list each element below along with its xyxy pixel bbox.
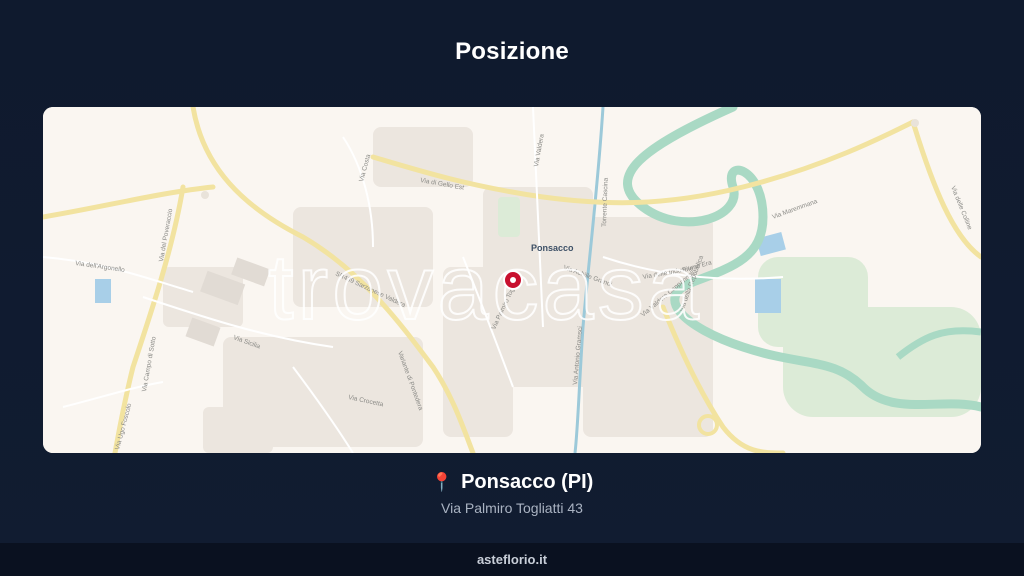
map-marker-icon[interactable]	[503, 270, 523, 290]
map-canvas[interactable]: Via di Gello Est Via Valdera Via Costa V…	[43, 107, 981, 453]
lake-2	[755, 279, 781, 313]
lake-3	[95, 279, 111, 303]
pin-icon: 📍	[430, 472, 454, 492]
map[interactable]: Via di Gello Est Via Valdera Via Costa V…	[43, 107, 981, 453]
watermark-logo: trovacasa	[268, 237, 703, 339]
roundabout-3	[201, 191, 209, 199]
page-title: Posizione	[455, 38, 569, 65]
roundabout-2	[911, 119, 919, 127]
footer-site-link[interactable]: asteflorio.it	[477, 552, 547, 567]
location-address: Via Palmiro Togliatti 43	[441, 500, 583, 516]
location-name: Ponsacco (PI)	[461, 471, 594, 493]
footer: asteflorio.it	[0, 543, 1024, 576]
location-title: 📍 Ponsacco (PI)	[0, 471, 1024, 494]
